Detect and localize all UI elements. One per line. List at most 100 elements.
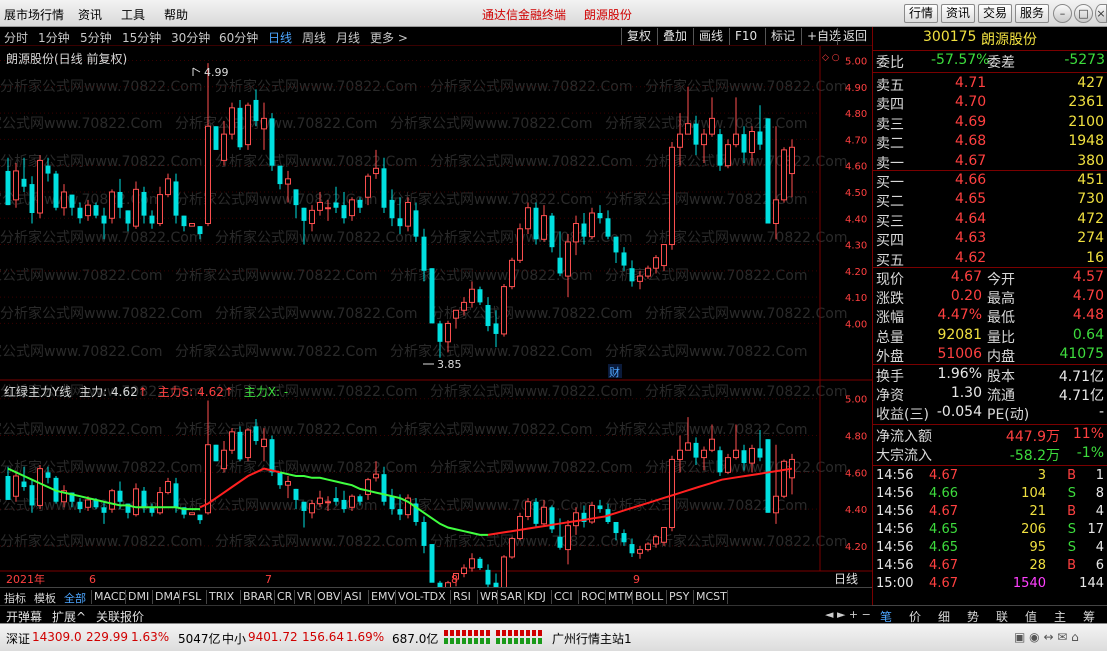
watermark-text: 分析家公式网www.70822.Com <box>430 383 632 400</box>
candle-body-down <box>437 323 443 342</box>
menu-news[interactable]: 资讯 <box>78 6 102 23</box>
indicator-tab-roc[interactable]: ROC <box>581 590 605 603</box>
ind-candle-down <box>77 501 83 510</box>
menu-tools[interactable]: 工具 <box>121 6 145 23</box>
indicator-tab-macd[interactable]: MACD <box>94 590 127 603</box>
ind-candle-up <box>517 515 523 540</box>
indicator-tab-指标[interactable]: 指标 <box>4 590 26 606</box>
news-button[interactable]: 资讯 <box>941 4 975 23</box>
ind-candle-up <box>229 431 235 451</box>
draw-button[interactable]: 画线 <box>693 28 728 45</box>
ind-candle-down <box>477 558 483 568</box>
maximize-icon[interactable]: □ <box>1074 4 1093 23</box>
period-monthly[interactable]: 月线 <box>336 29 360 46</box>
ind-tick: 4.20 <box>845 542 867 553</box>
bid-price: 4.64 <box>955 210 987 227</box>
tick-volume: 104 <box>1021 486 1046 501</box>
watermark-text: 分析家公式网www.70822.Com <box>215 153 417 170</box>
indicator-tab-boll[interactable]: BOLL <box>635 590 663 603</box>
candle-body-down <box>53 173 59 208</box>
candle-body-down <box>757 131 763 145</box>
watermark-text: 分析家公式网www.70822.Com <box>605 267 807 284</box>
candle-body-up <box>773 199 779 225</box>
indicator-tab-obv[interactable]: OBV <box>317 590 340 603</box>
bid-volume: 730 <box>1077 191 1104 208</box>
ask-label: 卖三 <box>876 116 904 133</box>
indicator-tab-rsi[interactable]: RSI <box>453 590 471 603</box>
period-fenshi[interactable]: 分时 <box>4 29 28 46</box>
candle-body-down <box>77 207 83 219</box>
candle-body-up <box>461 301 467 311</box>
period-15min[interactable]: 15分钟 <box>122 29 161 46</box>
menu-help[interactable]: 帮助 <box>164 6 188 23</box>
indicator-tab-dmi[interactable]: DMI <box>128 590 149 603</box>
minimize-icon[interactable]: – <box>1053 4 1072 23</box>
zx-change: 156.64 <box>302 630 344 644</box>
watermark-text: 分析家公式网www.70822.Com <box>0 533 202 550</box>
ind-tick: 4.60 <box>845 468 867 479</box>
period-weekly[interactable]: 周线 <box>302 29 326 46</box>
stat-value: 4.57 <box>1072 269 1104 285</box>
sz-breadth-icon <box>444 630 490 644</box>
f10-button[interactable]: F10 <box>729 28 762 45</box>
period-more[interactable]: 更多 > <box>370 29 408 46</box>
service-button[interactable]: 服务 <box>1015 4 1049 23</box>
candle-body-down <box>693 123 699 145</box>
ind-candle-down <box>629 544 635 554</box>
ind-candle-down <box>21 481 27 488</box>
period-daily[interactable]: 日线 <box>268 29 292 46</box>
sz-amount: 5047亿 <box>178 632 221 646</box>
indicator-tab-psy[interactable]: PSY <box>669 590 689 603</box>
indicator-tab-cr[interactable]: CR <box>277 590 292 603</box>
stat-row: 净资 1.30 流通 4.71亿 <box>873 385 1107 404</box>
ind-candle-up <box>701 449 707 459</box>
scroll-controls[interactable]: ◄ ► + − <box>825 608 871 621</box>
indicator-tab-模板[interactable]: 模板 <box>34 590 56 606</box>
indicator-tab-vol-tdx[interactable]: VOL-TDX <box>398 590 446 603</box>
tick-row: 14:56 4.66 104 S 8 <box>873 486 1107 504</box>
indicator-tab-kdj[interactable]: KDJ <box>527 590 546 603</box>
chart-canvas[interactable]: 分析家公式网www.70822.Com 分析家公式网www.70822.Com 分析… <box>0 46 872 588</box>
weibi-value: -57.57% <box>931 52 990 68</box>
indicator-tab-cci[interactable]: CCI <box>554 590 573 603</box>
overlay-button[interactable]: 叠加 <box>657 28 692 45</box>
period-5min[interactable]: 5分钟 <box>80 29 112 46</box>
ind-candle-up <box>677 449 683 460</box>
period-60min[interactable]: 60分钟 <box>219 29 258 46</box>
menu-market[interactable]: 展市场行情 <box>4 6 64 23</box>
indicator-tab-brar[interactable]: BRAR <box>243 590 273 603</box>
indicator-tab-asi[interactable]: ASI <box>344 590 362 603</box>
indicator-tab-mtm[interactable]: MTM <box>608 590 634 603</box>
status-icons[interactable]: ▣ ◉ ↔ ✉ ⌂ <box>1014 630 1079 644</box>
bid-label: 买二 <box>876 194 904 211</box>
indicator-tab-sar[interactable]: SAR <box>500 590 522 603</box>
indicator-tab-trix[interactable]: TRIX <box>209 590 234 603</box>
candle-body-down <box>493 323 499 334</box>
ind-candle-down <box>333 498 339 502</box>
adjust-button[interactable]: 复权 <box>621 28 656 45</box>
ask-price: 4.68 <box>955 133 987 150</box>
quotes-button[interactable]: 行情 <box>904 4 938 23</box>
indicator-tab-wr[interactable]: WR <box>480 590 499 603</box>
indicator-tab-emv[interactable]: EMV <box>371 590 395 603</box>
indicator-tab-vr[interactable]: VR <box>297 590 312 603</box>
tick-count: 4 <box>1095 540 1104 555</box>
indicator-tab-dma[interactable]: DMA <box>155 590 181 603</box>
zlx-label: 主力X: <box>243 385 281 399</box>
ind-candle-down <box>213 444 219 462</box>
indicator-tab-全部[interactable]: 全部 <box>64 590 86 606</box>
mark-button[interactable]: 标记 <box>765 28 800 45</box>
stat-row: 收益(三) -0.054 PE(动) - <box>873 404 1107 423</box>
period-30min[interactable]: 30分钟 <box>171 29 210 46</box>
indicator-tab-mcst[interactable]: MCST <box>696 590 727 603</box>
candle-body-down <box>485 305 491 327</box>
watermark-text: 分析家公式网www.70822.Com <box>0 343 162 360</box>
finance-badge[interactable]: 财 <box>609 365 620 379</box>
tick-volume: 206 <box>1021 522 1046 537</box>
trade-button[interactable]: 交易 <box>978 4 1012 23</box>
candle-body-up <box>229 107 235 135</box>
indicator-tab-fsl[interactable]: FSL <box>182 590 201 603</box>
period-1min[interactable]: 1分钟 <box>38 29 70 46</box>
back-button[interactable]: 返回 <box>837 28 872 45</box>
close-icon[interactable]: × <box>1095 4 1107 23</box>
